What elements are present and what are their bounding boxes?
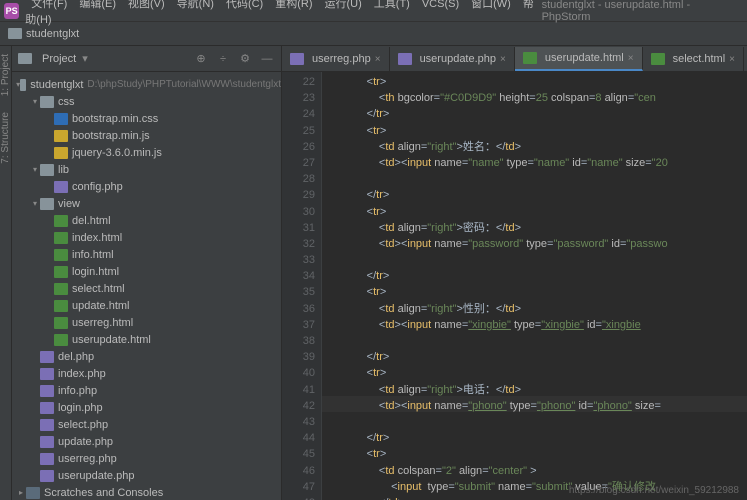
html-icon [523, 52, 537, 64]
menu-item[interactable]: 视图(V) [122, 0, 171, 10]
tree-row[interactable]: userupdate.html [12, 331, 281, 348]
menu-item[interactable]: 运行(U) [319, 0, 368, 10]
close-icon[interactable]: × [500, 54, 506, 65]
tree-row[interactable]: del.html [12, 212, 281, 229]
folder-icon [8, 28, 22, 39]
tree-row[interactable]: ▾css [12, 93, 281, 110]
tree-row[interactable]: login.html [12, 263, 281, 280]
tree-row[interactable]: info.html [12, 246, 281, 263]
rail-structure[interactable]: 7: Structure [0, 108, 11, 168]
line-gutter[interactable]: 2223242526272829303132333435363738394041… [282, 72, 322, 500]
rail-project[interactable]: 1: Project [0, 50, 11, 100]
breadcrumb-label: studentglxt [26, 28, 79, 40]
tree-row[interactable]: ▾view [12, 195, 281, 212]
menu-item[interactable]: 重构(R) [269, 0, 318, 10]
editor-tab[interactable]: userupdate.html× [515, 47, 643, 71]
tree-row[interactable]: userupdate.php [12, 467, 281, 484]
editor-tab[interactable]: userreg.php× [282, 47, 390, 71]
gear-icon[interactable]: ⚙ [237, 51, 253, 67]
editor-pane: userreg.php×userupdate.php×userupdate.ht… [282, 46, 747, 500]
menu-item[interactable]: 编辑(E) [73, 0, 122, 10]
tree-row[interactable]: login.php [12, 399, 281, 416]
close-icon[interactable]: × [628, 53, 634, 64]
menu-item[interactable]: VCS(S) [416, 0, 465, 10]
tree-row[interactable]: jquery-3.6.0.min.js [12, 144, 281, 161]
tree-row[interactable]: update.html [12, 297, 281, 314]
tree-row[interactable]: select.php [12, 416, 281, 433]
tree-row[interactable]: ▸Scratches and Consoles [12, 484, 281, 500]
tree-row[interactable]: ▾lib [12, 161, 281, 178]
editor-tabs: userreg.php×userupdate.php×userupdate.ht… [282, 46, 747, 72]
code-editor[interactable]: <tr> <th bgcolor="#C0D9D9" height=25 col… [322, 72, 747, 500]
window-title: studentglxt - userupdate.html - PhpStorm [542, 0, 733, 23]
watermark: https://blog.csdn.net/weixin_59212988 [569, 485, 739, 496]
collapse-icon[interactable]: ÷ [215, 51, 231, 67]
tree-row[interactable]: ▾studentglxtD:\phpStudy\PHPTutorial\WWW\… [12, 76, 281, 93]
tree-row[interactable]: update.php [12, 433, 281, 450]
menu-item[interactable]: 窗口(W) [465, 0, 517, 10]
hide-icon[interactable]: — [259, 51, 275, 67]
html-icon [651, 53, 665, 65]
close-icon[interactable]: × [375, 54, 381, 65]
sidebar-title: Project [42, 53, 76, 65]
tree-row[interactable]: index.html [12, 229, 281, 246]
tree-row[interactable]: index.php [12, 365, 281, 382]
close-icon[interactable]: × [729, 54, 735, 65]
folder-icon [18, 53, 32, 64]
menu-item[interactable]: 工具(T) [368, 0, 416, 10]
target-icon[interactable]: ⊕ [193, 51, 209, 67]
menu-bar: PS 文件(F)编辑(E)视图(V)导航(N)代码(C)重构(R)运行(U)工具… [0, 0, 747, 22]
tree-row[interactable]: bootstrap.min.css [12, 110, 281, 127]
tree-row[interactable]: info.php [12, 382, 281, 399]
tree-row[interactable]: select.html [12, 280, 281, 297]
left-tool-rail: 1: Project 7: Structure [0, 46, 12, 500]
php-icon [290, 53, 304, 65]
app-icon: PS [4, 3, 19, 19]
menu-item[interactable]: 导航(N) [171, 0, 220, 10]
menu-item[interactable]: 文件(F) [25, 0, 73, 10]
tree-row[interactable]: del.php [12, 348, 281, 365]
project-sidebar: Project ▾ ⊕ ÷ ⚙ — ▾studentglxtD:\phpStud… [12, 46, 282, 500]
php-icon [398, 53, 412, 65]
tree-row[interactable]: bootstrap.min.js [12, 127, 281, 144]
menu-item[interactable]: 代码(C) [220, 0, 269, 10]
editor-tab[interactable]: select.html× [643, 47, 744, 71]
editor-tab[interactable]: userupdate.php× [390, 47, 515, 71]
tree-row[interactable]: userreg.html [12, 314, 281, 331]
tree-row[interactable]: userreg.php [12, 450, 281, 467]
project-tree[interactable]: ▾studentglxtD:\phpStudy\PHPTutorial\WWW\… [12, 72, 281, 500]
tree-row[interactable]: config.php [12, 178, 281, 195]
